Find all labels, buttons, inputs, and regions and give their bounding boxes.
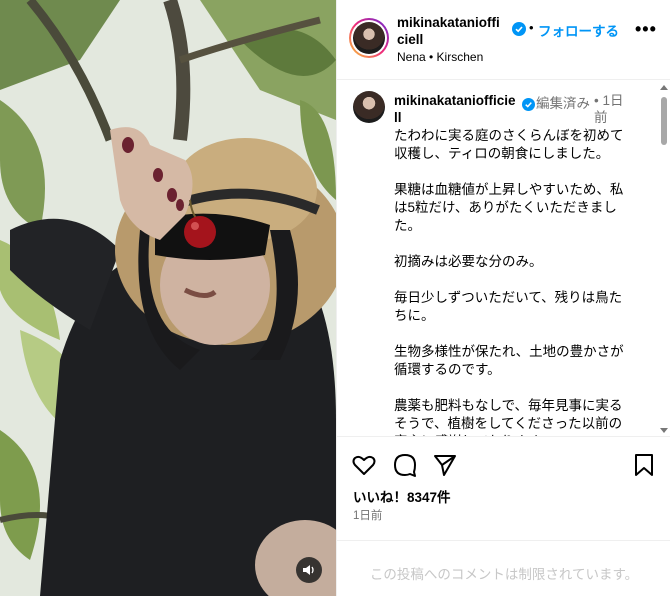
speech-bubble-icon[interactable] <box>392 452 418 478</box>
caption-username[interactable]: mikinakataniofficiell <box>394 92 519 126</box>
scroll-thumb[interactable] <box>661 97 667 145</box>
mute-button[interactable] <box>296 557 322 583</box>
post-photo[interactable] <box>0 0 336 596</box>
action-bar <box>337 448 670 482</box>
comments-disabled-note: この投稿へのコメントは制限されています。 <box>369 567 639 582</box>
caption-section: mikinakataniofficiell 編集済み • 1日前 たわわに実る庭… <box>337 81 670 437</box>
post-username[interactable]: mikinakataniofficiell <box>397 14 507 48</box>
audio-track-link[interactable]: Nena • Kirschen <box>397 50 483 64</box>
comment-section: この投稿へのコメントは制限されています。 <box>337 540 670 596</box>
scroll-up-arrow-icon[interactable] <box>660 85 668 90</box>
avatar[interactable] <box>349 18 389 58</box>
post-header: mikinakataniofficiell • フォローする ••• Nena … <box>337 0 670 80</box>
verified-badge-icon <box>522 98 535 111</box>
verified-badge-icon <box>512 22 526 36</box>
caption-text: たわわに実る庭のさくらんぼを初めて収穫し、ティロの朝食にしました。 果糖は血糖値… <box>394 128 624 436</box>
caption-avatar[interactable] <box>353 91 385 123</box>
caption-scrollbar[interactable] <box>659 81 669 436</box>
speaker-icon <box>303 565 314 575</box>
edited-label: 編集済み <box>536 96 590 111</box>
heart-icon[interactable] <box>351 452 377 478</box>
follow-button[interactable]: フォローする <box>538 20 619 40</box>
caption-timestamp[interactable]: • 1日前 <box>594 92 630 126</box>
scroll-down-arrow-icon[interactable] <box>660 428 668 433</box>
post-time-ago[interactable]: 1日前 <box>353 507 382 523</box>
paper-plane-icon[interactable] <box>432 452 458 478</box>
photo-illustration <box>0 0 336 596</box>
bookmark-icon[interactable] <box>631 452 657 478</box>
like-count[interactable]: いいね！8347件 <box>353 486 451 506</box>
more-options-button[interactable]: ••• <box>635 20 657 38</box>
post-side-panel: mikinakataniofficiell • フォローする ••• Nena … <box>336 0 670 596</box>
separator-dot: • <box>529 20 534 35</box>
